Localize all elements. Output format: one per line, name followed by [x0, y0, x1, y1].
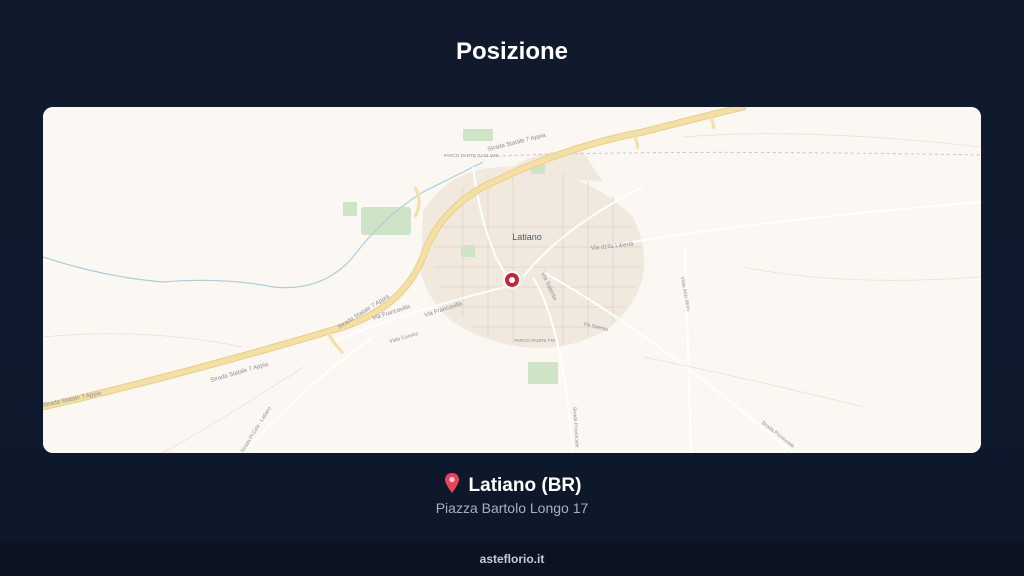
park-label-north: PARCO DANTE GAGLIANI: [444, 153, 499, 158]
town-label: Latiano: [512, 232, 542, 242]
park-label-south: PARCO PADRE PIO: [514, 338, 556, 343]
location-address: Piazza Bartolo Longo 17: [435, 500, 589, 516]
map-marker-icon[interactable]: [503, 271, 521, 289]
footer-site-link[interactable]: asteflorio.it: [480, 552, 545, 566]
park-area: [461, 245, 475, 257]
park-area: [343, 202, 357, 216]
park-area-south: [528, 362, 558, 384]
map-view[interactable]: Strada Statale 7 Appia Strada Statale 7 …: [43, 107, 981, 453]
footer: asteflorio.it: [0, 543, 1024, 576]
pin-icon: [443, 472, 461, 494]
location-heading: Latiano (BR): [0, 472, 1024, 497]
page-title: Posizione: [455, 38, 569, 65]
location-name: Latiano (BR): [468, 475, 582, 496]
park-area-north: [463, 129, 493, 141]
